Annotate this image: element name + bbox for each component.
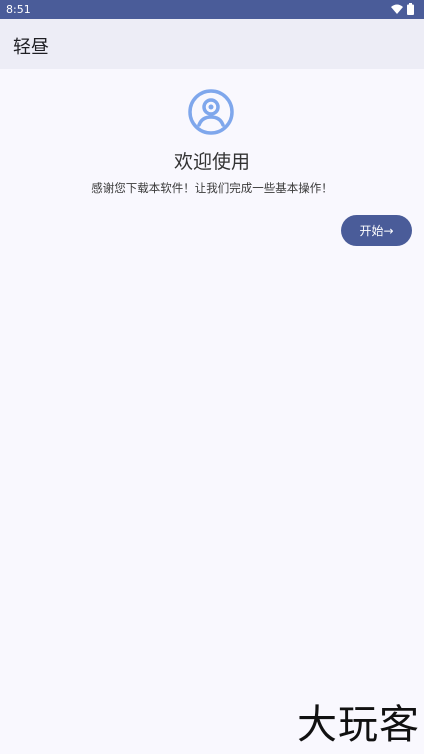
app-bar: 轻昼 [0,19,424,69]
welcome-subtitle: 感谢您下载本软件！让我们完成一些基本操作！ [91,181,333,195]
battery-icon [407,3,414,15]
status-bar: 8:51 [0,0,424,19]
app-title: 轻昼 [13,37,49,58]
welcome-title: 欢迎使用 [173,151,250,173]
status-icons [391,3,414,15]
account-circle-icon [188,89,234,135]
watermark-logo: 大玩客 [297,702,420,748]
start-button[interactable]: 开始→ [341,215,412,246]
status-time: 8:51 [6,3,31,16]
wifi-icon [391,4,403,14]
